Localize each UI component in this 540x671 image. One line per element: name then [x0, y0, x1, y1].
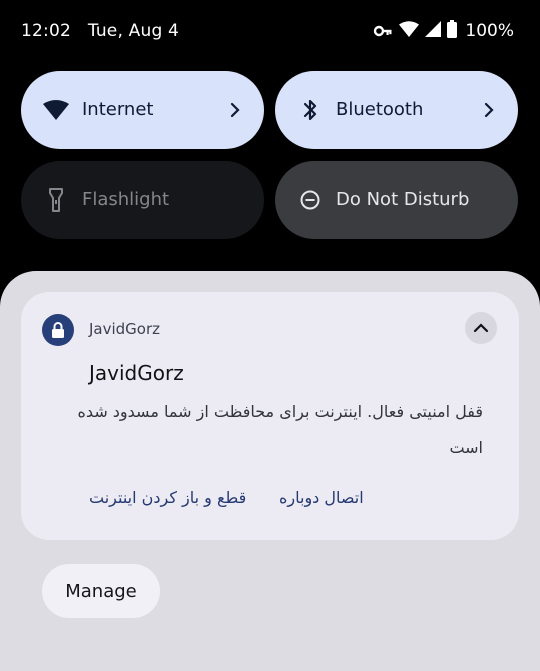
notification-body: قفل امنیتی فعال. اینترنت برای محافظت از …: [77, 402, 483, 457]
reconnect-button[interactable]: اتصال دوباره: [279, 488, 364, 507]
chevron-right-icon: [482, 99, 496, 121]
manage-button[interactable]: Manage: [42, 564, 160, 618]
do-not-disturb-icon: [297, 188, 323, 212]
cell-signal-icon: [425, 21, 442, 41]
tile-internet[interactable]: Internet: [21, 71, 264, 149]
bluetooth-icon: [297, 98, 323, 122]
status-time-date: 12:02 Tue, Aug 4: [21, 21, 179, 41]
status-bar: 12:02 Tue, Aug 4 100%: [0, 0, 540, 64]
wifi-icon: [43, 98, 69, 122]
tile-bluetooth-label: Bluetooth: [336, 99, 424, 120]
tile-do-not-disturb[interactable]: Do Not Disturb: [275, 161, 518, 239]
tile-internet-label: Internet: [82, 99, 154, 120]
notification-title: JavidGorz: [89, 361, 184, 385]
chevron-up-icon: [473, 323, 489, 333]
status-date: Tue, Aug 4: [87, 21, 180, 41]
collapse-button[interactable]: [465, 312, 497, 344]
disconnect-button[interactable]: قطع و باز کردن اینترنت: [89, 488, 246, 507]
status-time: 12:02: [21, 21, 71, 41]
wifi-icon: [399, 21, 420, 41]
flashlight-icon: [43, 188, 69, 212]
status-icons: 100%: [373, 20, 514, 42]
tile-flashlight[interactable]: Flashlight: [21, 161, 264, 239]
notification-app-name: JavidGorz: [89, 320, 161, 338]
lock-icon: [42, 314, 74, 346]
tile-bluetooth[interactable]: Bluetooth: [275, 71, 518, 149]
tile-dnd-label: Do Not Disturb: [336, 189, 470, 210]
notification-card[interactable]: JavidGorz JavidGorz قفل امنیتی فعال. این…: [21, 292, 519, 540]
chevron-right-icon: [228, 99, 242, 121]
battery-icon: [447, 20, 458, 42]
vpn-key-icon: [373, 22, 393, 41]
battery-percent: 100%: [465, 21, 514, 41]
tile-flashlight-label: Flashlight: [82, 189, 170, 210]
